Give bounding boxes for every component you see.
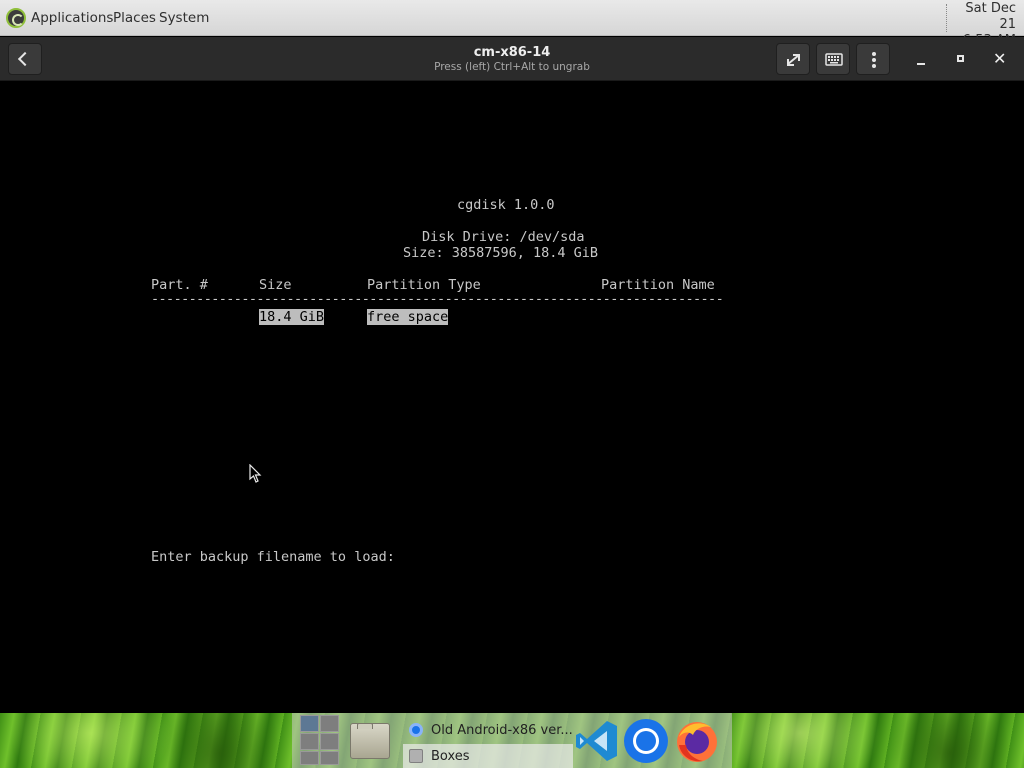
chrome-launcher[interactable] bbox=[622, 717, 670, 765]
bottom-panel: Old Android-x86 ver... Boxes bbox=[0, 713, 1024, 768]
keyboard-icon bbox=[825, 53, 843, 66]
program-title: cgdisk 1.0.0 bbox=[457, 197, 555, 213]
menu-system[interactable]: System bbox=[159, 0, 209, 36]
workspace-3[interactable] bbox=[300, 733, 319, 750]
chevron-left-icon bbox=[17, 51, 33, 67]
maximize-button[interactable] bbox=[945, 43, 977, 75]
window-header-bar: cm-x86-14 Press (left) Ctrl+Alt to ungra… bbox=[0, 37, 1024, 81]
window-title: cm-x86-14 bbox=[473, 45, 551, 60]
chromium-icon bbox=[409, 723, 423, 737]
backup-filename-prompt[interactable]: Enter backup filename to load: bbox=[151, 549, 395, 565]
vm-display[interactable]: cgdisk 1.0.0 Disk Drive: /dev/sda Size: … bbox=[0, 82, 1024, 713]
task-old-android-x86[interactable]: Old Android-x86 ver... bbox=[403, 718, 573, 742]
keyboard-button[interactable] bbox=[816, 43, 850, 75]
window-title-area: cm-x86-14 Press (left) Ctrl+Alt to ungra… bbox=[312, 37, 712, 81]
fullscreen-button[interactable] bbox=[776, 43, 810, 75]
distro-logo-icon[interactable] bbox=[6, 8, 26, 28]
minimize-icon bbox=[917, 63, 925, 65]
partition-row-type[interactable]: free space bbox=[367, 309, 449, 325]
workspace-6[interactable] bbox=[320, 751, 339, 765]
firefox-icon bbox=[677, 722, 717, 762]
task-label: Old Android-x86 ver... bbox=[431, 722, 573, 738]
workspace-2[interactable] bbox=[320, 715, 339, 732]
task-boxes[interactable]: Boxes bbox=[403, 744, 573, 768]
workspace-switcher[interactable] bbox=[300, 715, 340, 767]
task-label: Boxes bbox=[431, 748, 470, 764]
workspace-4[interactable] bbox=[320, 733, 339, 750]
vscode-launcher[interactable] bbox=[573, 717, 621, 765]
back-button[interactable] bbox=[8, 43, 42, 75]
menu-button[interactable] bbox=[856, 43, 890, 75]
window-subtitle: Press (left) Ctrl+Alt to ungrab bbox=[434, 61, 590, 73]
close-icon: ✕ bbox=[993, 49, 1007, 68]
kebab-menu-icon bbox=[872, 52, 876, 68]
maximize-icon bbox=[957, 55, 964, 62]
menu-places[interactable]: Places bbox=[113, 0, 156, 36]
fullscreen-icon bbox=[787, 54, 800, 66]
workspace-5[interactable] bbox=[300, 751, 319, 765]
taskbar: Old Android-x86 ver... Boxes bbox=[292, 713, 732, 768]
partition-row-size[interactable]: 18.4 GiB bbox=[259, 309, 325, 325]
task-list: Old Android-x86 ver... Boxes bbox=[403, 716, 573, 768]
close-button[interactable]: ✕ bbox=[985, 43, 1017, 75]
vscode-icon bbox=[576, 721, 617, 761]
menu-applications[interactable]: Applications bbox=[31, 0, 113, 36]
boxes-icon bbox=[409, 749, 423, 763]
header-separator: ----------------------------------------… bbox=[151, 291, 724, 307]
folder-icon bbox=[350, 723, 390, 759]
clock-date: Sat Dec 21 bbox=[965, 1, 1016, 32]
top-panel: Applications Places System Sat Dec 21 6:… bbox=[0, 0, 1024, 48]
files-launcher[interactable] bbox=[348, 719, 394, 761]
chrome-icon bbox=[624, 719, 668, 763]
minimize-button[interactable] bbox=[905, 43, 937, 75]
firefox-launcher[interactable] bbox=[673, 717, 721, 765]
mouse-pointer-icon bbox=[249, 464, 262, 483]
disk-drive-line: Disk Drive: /dev/sda bbox=[422, 229, 585, 245]
workspace-1[interactable] bbox=[300, 715, 319, 732]
disk-size-line: Size: 38587596, 18.4 GiB bbox=[403, 245, 599, 261]
